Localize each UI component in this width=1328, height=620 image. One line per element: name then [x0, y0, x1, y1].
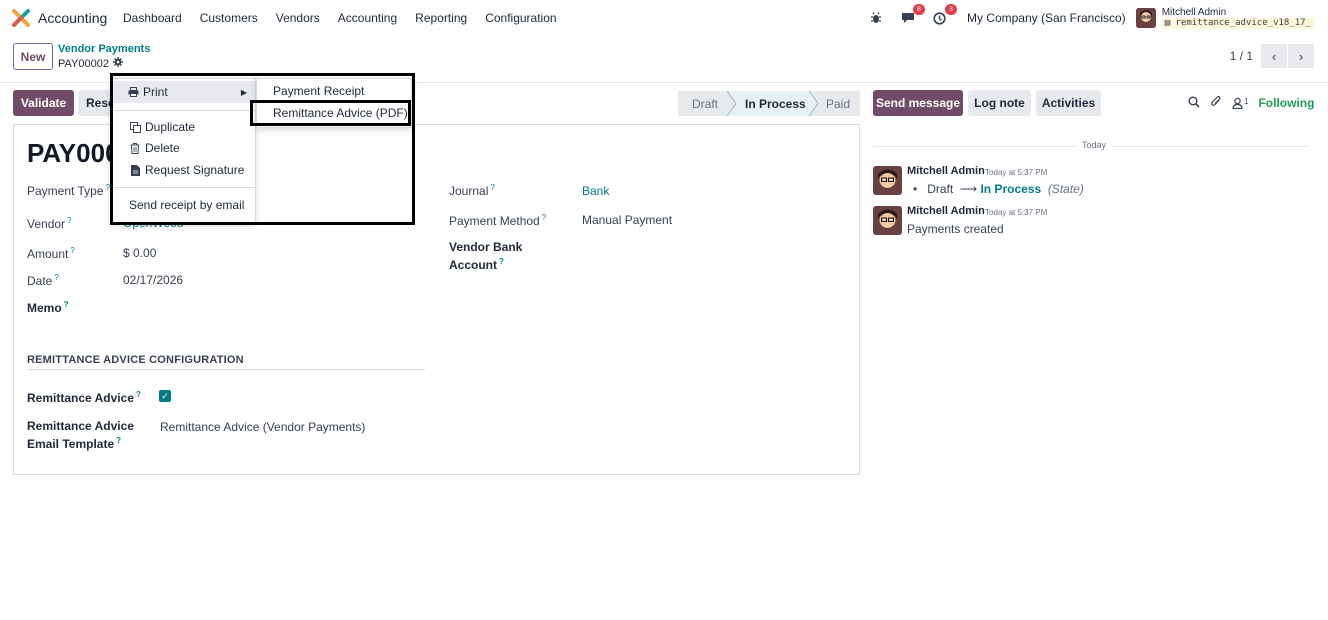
menu-separator: [111, 110, 255, 111]
pager: 1 / 1 ‹ ›: [1230, 44, 1314, 68]
duplicate-menu-item[interactable]: Duplicate: [111, 116, 255, 138]
record-name: PAY00002: [58, 57, 109, 70]
main-menu: Dashboard Customers Vendors Accounting R…: [123, 11, 575, 25]
following-button[interactable]: Following: [1258, 96, 1314, 110]
trash-icon: [129, 142, 141, 154]
copy-icon: [129, 121, 141, 133]
app-name[interactable]: Accounting: [38, 10, 107, 26]
caret-right-icon: ▶: [240, 87, 247, 97]
print-menu-item[interactable]: Print ▶: [111, 81, 255, 103]
date-label: Date?: [27, 273, 59, 288]
amount-value[interactable]: $ 0.00: [123, 246, 156, 260]
pager-value[interactable]: 1 / 1: [1230, 49, 1253, 63]
navbar-systray: 8 3 My Company (San Francisco) Mitchell …: [853, 4, 1314, 30]
pager-previous-button[interactable]: ‹: [1261, 44, 1287, 68]
payment-method-value[interactable]: Manual Payment: [582, 213, 672, 227]
request-signature-menu-item[interactable]: Request Signature: [111, 159, 255, 181]
bug-icon[interactable]: [867, 9, 885, 27]
avatar[interactable]: [873, 166, 902, 195]
file-signature-icon: [129, 164, 141, 176]
stage-draft[interactable]: Draft: [678, 91, 728, 116]
new-button[interactable]: New: [13, 43, 53, 70]
paperclip-icon[interactable]: [1210, 95, 1222, 111]
company-switcher[interactable]: My Company (San Francisco): [967, 11, 1126, 25]
menu-customers[interactable]: Customers: [200, 11, 258, 25]
payment-type-label: Payment Type?: [27, 183, 110, 198]
delete-menu-item[interactable]: Delete: [111, 137, 255, 159]
gear-icon[interactable]: [112, 57, 123, 70]
message-author[interactable]: Mitchell Admin: [907, 165, 985, 177]
followers-button[interactable]: 1: [1232, 97, 1248, 109]
template-value[interactable]: Remittance Advice (Vendor Payments): [160, 420, 365, 434]
breadcrumb-current: PAY00002: [58, 57, 123, 70]
payment-method-label: Payment Method?: [449, 213, 547, 228]
memo-label: Memo?: [27, 300, 69, 315]
menu-dashboard[interactable]: Dashboard: [123, 11, 182, 25]
user-name: Mitchell Admin: [1161, 7, 1227, 18]
chevron-right-icon: ›: [1298, 48, 1304, 64]
user-avatar[interactable]: [1135, 8, 1156, 28]
section-divider: [27, 369, 425, 370]
user-icon: [1232, 97, 1243, 109]
message-time: Today at 5:37 PM: [985, 208, 1048, 217]
chatter-tools: 1 Following: [1188, 95, 1314, 111]
activities-button[interactable]: Activities: [1036, 90, 1101, 116]
activities-badge: 3: [944, 4, 957, 15]
menu-accounting[interactable]: Accounting: [338, 11, 397, 25]
menu-reporting[interactable]: Reporting: [415, 11, 467, 25]
menu-vendors[interactable]: Vendors: [276, 11, 320, 25]
clock-icon[interactable]: 3: [931, 4, 957, 27]
print-icon: [127, 87, 139, 97]
stage-in-process[interactable]: In Process: [728, 91, 810, 116]
top-navbar: Accounting Dashboard Customers Vendors A…: [0, 0, 1328, 36]
pager-next-button[interactable]: ›: [1288, 44, 1314, 68]
record-title: PAY000: [27, 138, 120, 168]
stage-separator-icon: [809, 91, 819, 116]
remittance-advice-pdf-menu-item[interactable]: Remittance Advice (PDF): [257, 102, 411, 124]
message-time: Today at 5:37 PM: [985, 168, 1048, 177]
remittance-advice-checkbox[interactable]: ✓: [159, 390, 171, 402]
print-submenu: Payment Receipt Remittance Advice (PDF): [256, 78, 412, 128]
messages-icon[interactable]: 8: [899, 4, 925, 27]
arrow-right-icon: ⟶: [956, 182, 981, 196]
breadcrumb-vendor-payments[interactable]: Vendor Payments: [58, 43, 150, 55]
validate-button[interactable]: Validate: [13, 90, 74, 116]
database-icon: ▤: [1164, 18, 1171, 28]
vendor-bank-label: Vendor Bank: [449, 240, 523, 254]
messages-badge: 8: [912, 4, 925, 15]
send-receipt-menu-item[interactable]: Send receipt by email: [111, 194, 255, 216]
menu-configuration[interactable]: Configuration: [485, 11, 556, 25]
accounting-app-icon[interactable]: [12, 9, 30, 27]
search-icon[interactable]: [1188, 96, 1200, 111]
action-dropdown-menu: Print ▶ Duplicate Delete Request Signatu…: [110, 78, 256, 224]
stage-separator-icon: [727, 91, 737, 116]
amount-label: Amount?: [27, 246, 75, 261]
message-body: Payments created: [907, 222, 1004, 236]
tracking-change: • Draft ⟶ In Process (State): [913, 182, 1084, 196]
remittance-section-title: REMITTANCE ADVICE CONFIGURATION: [27, 354, 244, 366]
payment-receipt-menu-item[interactable]: Payment Receipt: [257, 80, 411, 102]
template-label: Remittance Advice: [27, 419, 134, 433]
avatar[interactable]: [873, 206, 902, 235]
journal-label: Journal?: [449, 183, 495, 198]
date-value[interactable]: 02/17/2026: [123, 273, 183, 287]
message-author[interactable]: Mitchell Admin: [907, 205, 985, 217]
database-name: ▤ remittance_advice_v18_17_: [1161, 18, 1314, 29]
today-label: Today: [1076, 140, 1113, 150]
checkmark-icon: ✓: [161, 390, 169, 401]
status-bar: Draft In Process Paid: [678, 91, 860, 116]
journal-value[interactable]: Bank: [582, 184, 609, 198]
menu-separator: [111, 187, 255, 188]
vendor-label: Vendor?: [27, 216, 72, 231]
chevron-left-icon: ‹: [1271, 48, 1277, 64]
user-menu[interactable]: Mitchell Admin ▤ remittance_advice_v18_1…: [1161, 7, 1314, 29]
log-note-button[interactable]: Log note: [968, 90, 1031, 116]
send-message-button[interactable]: Send message: [873, 90, 963, 116]
template-label-line2: Email Template?: [27, 436, 122, 451]
remittance-advice-label: Remittance Advice?: [27, 390, 141, 405]
vendor-bank-label-line2: Account?: [449, 257, 504, 272]
